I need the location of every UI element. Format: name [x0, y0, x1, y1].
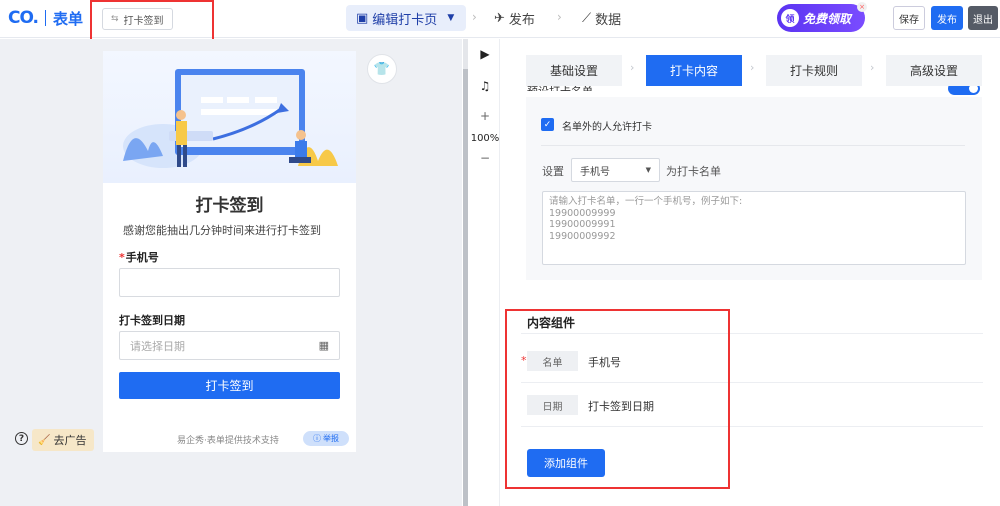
as-list-label: 为打卡名单 — [666, 165, 721, 178]
highlight-box-components — [505, 309, 730, 489]
send-icon: ✈ — [494, 11, 505, 26]
logo-separator — [45, 10, 47, 26]
nav-edit-label: 编辑打卡页 — [372, 12, 438, 28]
submit-button[interactable]: 打卡签到 — [119, 372, 340, 399]
nav-publish[interactable]: ✈ 发布 — [494, 9, 535, 28]
date-input[interactable]: 请选择日期 ▦ — [119, 331, 340, 360]
tab-advanced-settings[interactable]: 高级设置 — [886, 55, 982, 86]
list-type-select[interactable]: 手机号 ▼ — [571, 158, 660, 182]
promo-label: 免费领取 — [803, 11, 852, 26]
chevron-right-icon: › — [557, 10, 562, 24]
shirt-icon: 👕 — [373, 61, 391, 77]
list-type-value: 手机号 — [580, 166, 610, 178]
form-title: 打卡签到 — [195, 196, 264, 216]
tool-column: ▶ ♫ + 100% − — [470, 39, 500, 506]
remove-ads-label: 去广告 — [53, 434, 87, 447]
scrollbar-thumb[interactable] — [463, 69, 468, 506]
form-description: 感谢您能抽出几分钟时间来进行打卡签到 — [123, 224, 321, 237]
theme-shirt-button[interactable]: 👕 — [367, 54, 397, 84]
form-preview: 打卡签到 感谢您能抽出几分钟时间来进行打卡签到 *手机号 打卡签到日期 请选择日… — [103, 51, 356, 452]
phone-label-text: 手机号 — [125, 251, 159, 264]
play-icon[interactable]: ▶ — [470, 47, 500, 61]
exit-button[interactable]: 退出 — [968, 6, 998, 30]
report-button[interactable]: ⓘ 举报 — [303, 431, 349, 446]
app-logo[interactable]: CO. 表单 — [8, 6, 83, 30]
music-icon[interactable]: ♫ — [470, 79, 500, 93]
publish-button[interactable]: 发布 — [931, 6, 963, 30]
info-icon: ⓘ — [313, 434, 321, 443]
edit-page-icon: ▣ — [356, 10, 369, 26]
nav-data-label: 数据 — [595, 13, 622, 28]
caret-down-icon: ▼ — [645, 166, 651, 174]
phone-field-label: *手机号 — [119, 249, 159, 265]
zoom-in-button[interactable]: + — [470, 109, 500, 123]
required-mark: * — [119, 251, 125, 264]
promo-badge: 领 — [781, 9, 799, 27]
zoom-level: 100% — [470, 133, 500, 144]
tab-basic-settings[interactable]: 基础设置 — [526, 55, 622, 86]
chart-icon: ⟋ — [582, 11, 592, 26]
hero-illustration-svg — [123, 69, 338, 168]
chevron-right-icon: › — [750, 61, 755, 74]
zoom-out-button[interactable]: − — [470, 151, 500, 165]
footer-note: 易企秀·表单提供技术支持 — [177, 436, 279, 446]
allow-outside-label: 名单外的人允许打卡 — [562, 122, 652, 133]
report-label: 举报 — [323, 434, 339, 443]
remove-ads-button[interactable]: 🧹 去广告 — [32, 429, 94, 451]
chevron-right-icon: › — [630, 61, 635, 74]
phone-input[interactable] — [119, 268, 340, 297]
nav-edit-page[interactable]: ▣ 编辑打卡页 ▼ — [346, 5, 466, 31]
nav-publish-label: 发布 — [508, 13, 535, 28]
help-icon[interactable]: ? — [15, 432, 28, 445]
preview-scrollbar[interactable] — [463, 39, 468, 506]
list-textarea[interactable]: 请输入打卡名单，一行一个手机号，例子如下: 19900009999 199000… — [542, 191, 966, 265]
logo-mark: CO. — [8, 8, 39, 28]
allow-outside-checkbox[interactable]: ✓ — [541, 118, 554, 131]
close-icon[interactable]: × — [857, 2, 867, 12]
calendar-icon: ▦ — [318, 339, 329, 352]
nav-data[interactable]: ⟋ 数据 — [582, 9, 621, 28]
broom-icon: 🧹 — [38, 434, 51, 446]
logo-text: 表单 — [53, 9, 84, 28]
chevron-right-icon: › — [870, 61, 875, 74]
tab-checkin-rules[interactable]: 打卡规则 — [766, 55, 862, 86]
promo-banner[interactable]: 领 免费领取 × — [777, 2, 867, 32]
divider — [541, 145, 965, 146]
hero-illustration — [103, 51, 356, 183]
caret-down-icon: ▼ — [447, 13, 455, 23]
tab-checkin-content[interactable]: 打卡内容 — [646, 55, 742, 86]
chevron-right-icon: › — [472, 10, 477, 24]
date-field-label: 打卡签到日期 — [119, 314, 185, 327]
set-label: 设置 — [542, 165, 564, 178]
save-button[interactable]: 保存 — [893, 6, 925, 30]
date-placeholder: 请选择日期 — [130, 339, 185, 353]
